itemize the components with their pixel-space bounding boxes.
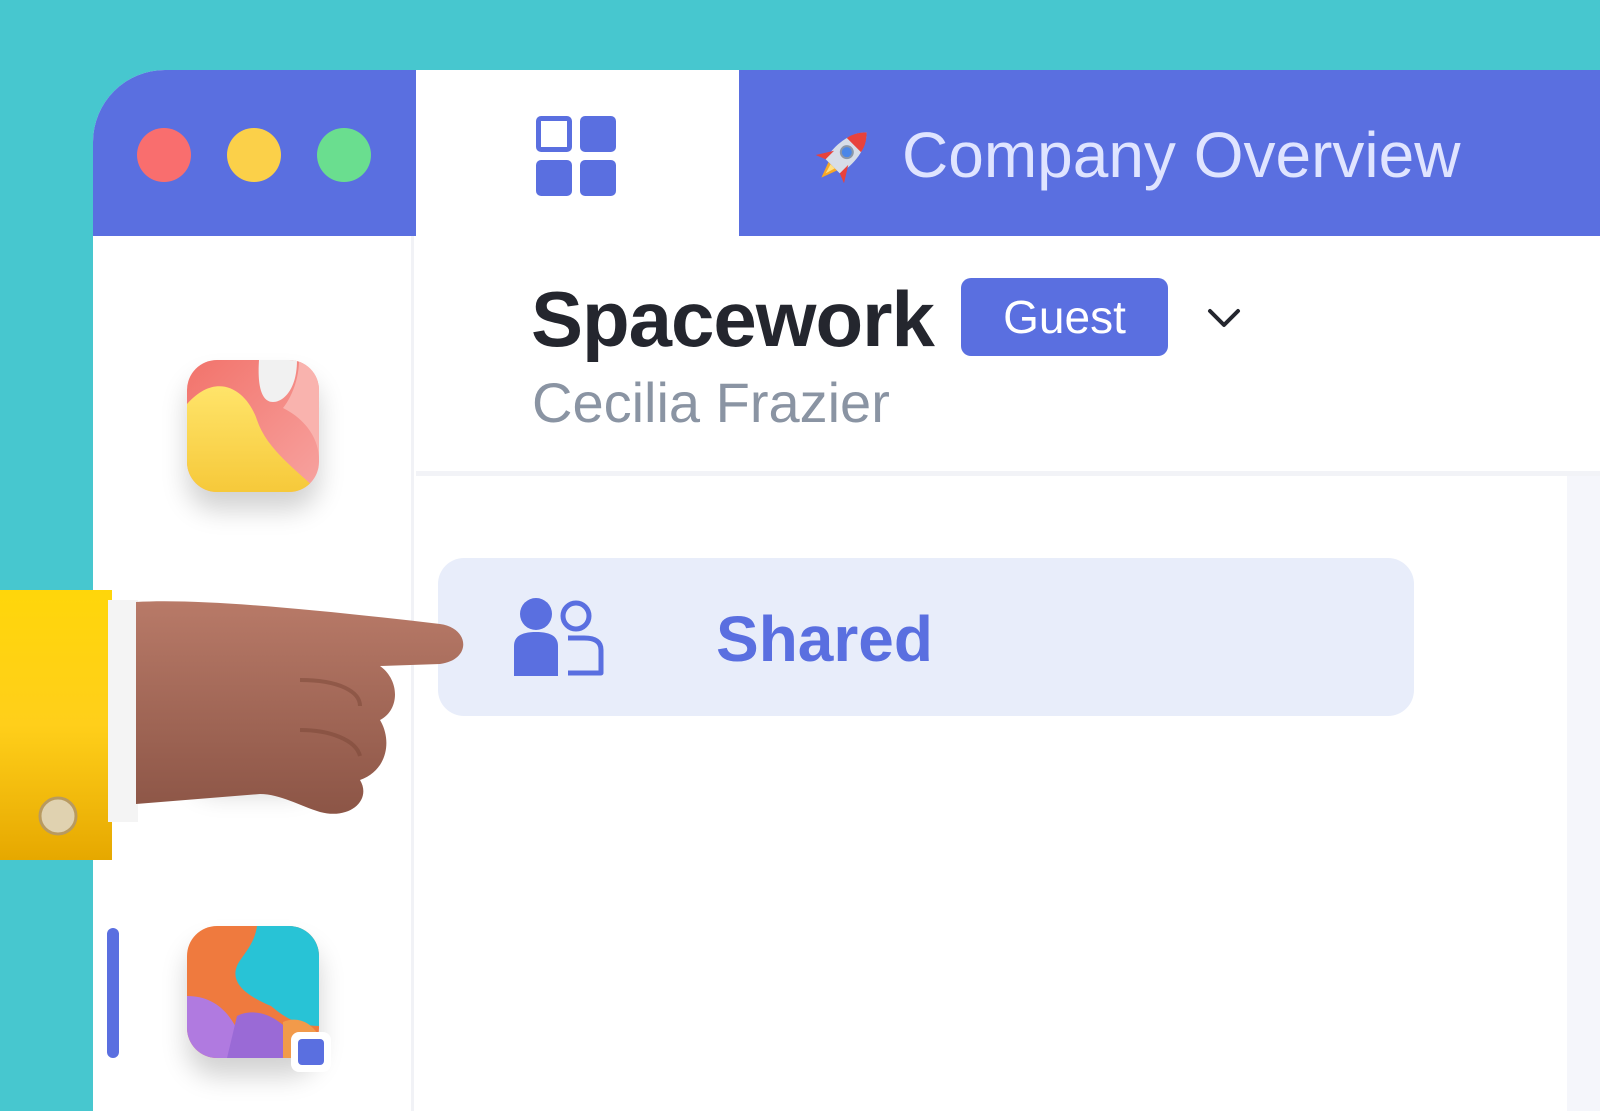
right-panel bbox=[1567, 476, 1600, 1111]
workspace-name: Spacework bbox=[531, 275, 935, 363]
user-name: Cecilia Frazier bbox=[532, 371, 890, 434]
main-content: Shared bbox=[416, 476, 1600, 1111]
tab-company-overview[interactable]: Company Overview bbox=[808, 110, 1460, 200]
tab-dashboard[interactable] bbox=[416, 70, 739, 236]
close-window-button[interactable] bbox=[137, 128, 191, 182]
rocket-icon bbox=[815, 132, 867, 184]
grid-icon bbox=[536, 116, 616, 196]
active-app-indicator bbox=[107, 928, 119, 1058]
pointing-hand-icon bbox=[0, 590, 464, 860]
status-indicator bbox=[291, 1032, 331, 1072]
nav-item-shared[interactable]: Shared bbox=[438, 558, 1414, 716]
app-icon-orange-purple-teal[interactable] bbox=[187, 926, 331, 1072]
title-bar: Company Overview bbox=[93, 70, 1600, 236]
app-icon-pink-yellow[interactable] bbox=[187, 360, 319, 492]
chevron-down-icon[interactable] bbox=[1206, 300, 1242, 336]
nav-item-label: Shared bbox=[716, 603, 933, 675]
minimize-window-button[interactable] bbox=[227, 128, 281, 182]
maximize-window-button[interactable] bbox=[317, 128, 371, 182]
tab-title: Company Overview bbox=[902, 119, 1461, 191]
users-icon bbox=[514, 598, 604, 676]
workspace-header: Spacework Guest Cecilia Frazier bbox=[416, 236, 1600, 476]
role-badge: Guest bbox=[961, 278, 1168, 356]
